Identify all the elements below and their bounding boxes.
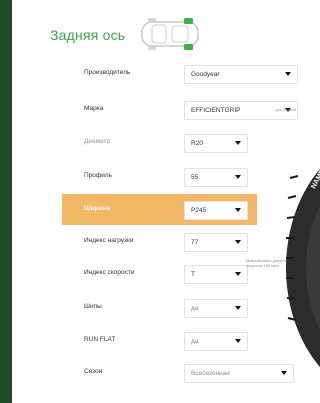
studs-value: да: [191, 305, 199, 312]
profile-label: Профиль: [84, 172, 113, 179]
width-value: P245: [191, 207, 207, 214]
chevron-down-icon: [235, 208, 241, 212]
width-select[interactable]: P245: [184, 201, 248, 220]
chevron-down-icon: [235, 141, 241, 145]
form-row-profile: Профиль 55: [12, 165, 257, 189]
form-row-season: Сезон Всесезонная: [12, 361, 294, 385]
runflat-value: да: [191, 338, 199, 345]
runflat-select[interactable]: да: [184, 332, 248, 351]
form-row-runflat: RUN FLAT да: [12, 329, 257, 353]
tire-sidewall-text: NAME P245: [310, 152, 320, 190]
manufacturer-label: Производитель: [84, 69, 131, 76]
form-row-diameter: Диаметр R20: [12, 131, 257, 155]
section-title: Задняя ось: [50, 27, 126, 43]
chevron-down-icon: [235, 175, 241, 179]
profile-value: 55: [191, 174, 199, 181]
axle-config-panel: Задняя ось Производитель Goodyear Марка …: [12, 0, 320, 403]
chevron-down-icon: [235, 240, 241, 244]
manufacturer-select[interactable]: Goodyear: [184, 65, 298, 84]
diameter-label: Диаметр: [84, 138, 111, 145]
chevron-down-icon: [235, 339, 241, 343]
studs-label: Шипы: [84, 303, 102, 310]
form-row-speed-index: Индекс скорости T: [12, 262, 257, 286]
form-row-studs: Шипы да: [12, 296, 257, 320]
chevron-down-icon: [285, 72, 291, 76]
profile-select[interactable]: 55: [184, 168, 248, 187]
width-label: Ширина: [84, 205, 111, 212]
speed-index-label: Индекс скорости: [84, 269, 135, 276]
tire-sidewall-label: NAME P245: [310, 152, 320, 190]
diameter-value: R20: [191, 140, 203, 147]
brand-value: EFFICIENTGRIP: [191, 107, 241, 114]
chevron-down-icon: [235, 306, 241, 310]
speed-index-select[interactable]: T: [184, 265, 248, 284]
manufacturer-value: Goodyear: [191, 71, 220, 78]
season-value: Всесезонная: [191, 370, 230, 377]
diameter-select[interactable]: R20: [184, 134, 248, 153]
brand-label: Марка: [84, 105, 104, 112]
background-strip: [0, 0, 12, 403]
load-index-select[interactable]: 77: [184, 233, 248, 252]
form-row-manufacturer: Производитель Goodyear: [12, 62, 298, 86]
studs-select[interactable]: да: [184, 299, 248, 318]
tire-note: для тюнинга: [276, 108, 297, 112]
chevron-down-icon: [235, 272, 241, 276]
form-row-brand: Марка EFFICIENTGRIP: [12, 98, 298, 122]
season-select[interactable]: Всесезонная: [184, 364, 294, 383]
form-row-load-index: Индекс нагрузки 77: [12, 230, 257, 254]
form-row-width: Ширина P245: [62, 194, 257, 225]
season-label: Сезон: [84, 368, 103, 375]
speed-index-value: T: [191, 271, 195, 278]
load-index-label: Индекс нагрузки: [84, 237, 134, 244]
runflat-label: RUN FLAT: [84, 336, 116, 343]
car-top-view-icon: [141, 18, 199, 50]
load-index-value: 77: [191, 239, 199, 246]
